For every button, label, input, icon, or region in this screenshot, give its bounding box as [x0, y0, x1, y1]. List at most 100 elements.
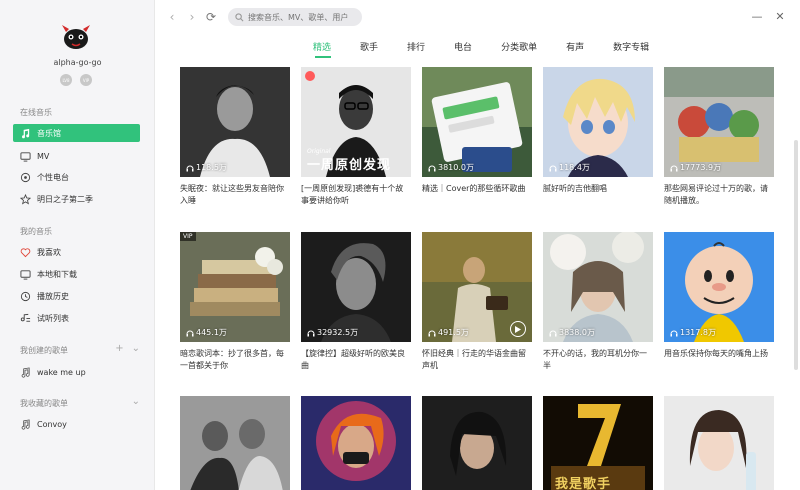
avatar[interactable]: [60, 24, 92, 50]
playlist-card[interactable]: VIP 445.1万 暗恋歌词本：抄了很多首，每一首都关于你: [180, 232, 290, 372]
headphones-icon: [670, 330, 678, 336]
tab-audio[interactable]: 有声: [566, 40, 584, 56]
playlist-cover[interactable]: 1317.8万: [664, 232, 774, 342]
playlist-card[interactable]: [422, 396, 532, 490]
playlist-cover[interactable]: 17773.9万: [664, 67, 774, 177]
music-note-icon: [20, 418, 31, 430]
playlist-title[interactable]: 暗恋歌词本：抄了很多首，每一首都关于你: [180, 348, 290, 372]
play-count: 118.5万: [186, 162, 227, 173]
playlist-cover[interactable]: [664, 396, 774, 490]
tab-singers[interactable]: 歌手: [360, 40, 378, 56]
playlist-cover[interactable]: 3810.0万: [422, 67, 532, 177]
section-collected-playlists: 我收藏的歌单: [20, 399, 68, 408]
sidebar-item-history[interactable]: 播放历史: [13, 287, 140, 305]
playlist-title[interactable]: 不开心的话，我的耳机分你一半: [543, 348, 653, 372]
sidebar-item-label: 播放历史: [37, 291, 69, 301]
music-note-icon: [20, 128, 31, 139]
playlist-cover[interactable]: VIP 445.1万: [180, 232, 290, 342]
sidebar-item-mv[interactable]: MV: [13, 147, 140, 165]
playlist-card[interactable]: [180, 396, 290, 490]
vip-badge[interactable]: VIP: [80, 74, 92, 86]
minimize-button[interactable]: —: [751, 10, 763, 24]
sidebar-item-label: MV: [37, 151, 50, 161]
playlist-card[interactable]: [664, 396, 774, 490]
playlist-grid: 118.5万 失眠夜：就让这些男友音陪你入睡 Original 一周原创发现 […: [180, 67, 780, 490]
tab-charts[interactable]: 排行: [407, 40, 425, 56]
radio-icon: [20, 172, 31, 183]
heart-icon: [20, 247, 31, 258]
play-button[interactable]: [510, 321, 526, 337]
scrollbar[interactable]: [794, 140, 798, 370]
username[interactable]: alpha-go-go: [0, 58, 155, 67]
back-button[interactable]: ‹: [166, 10, 178, 24]
chevron-down-icon[interactable]: ⌄: [132, 344, 140, 354]
playlist-cover[interactable]: 32932.5万: [301, 232, 411, 342]
headphones-icon: [670, 165, 678, 171]
playlist-cover[interactable]: 我是歌手: [543, 396, 653, 490]
level-badge[interactable]: LV8: [60, 74, 72, 86]
headphones-icon: [428, 165, 436, 171]
chevron-down-icon[interactable]: ⌄: [132, 397, 140, 407]
playlist-cover[interactable]: 118.4万: [543, 67, 653, 177]
playlist-title[interactable]: 用音乐保持你每天的嘴角上扬: [664, 348, 774, 372]
sidebar-item-music-hall[interactable]: 音乐馆: [13, 124, 140, 142]
playlist-card[interactable]: 32932.5万 【旋律控】超级好听的欧美良曲: [301, 232, 411, 372]
playlist-card[interactable]: 3838.0万 不开心的话，我的耳机分你一半: [543, 232, 653, 372]
sidebar-item-tomorrow-show[interactable]: 明日之子第二季: [13, 190, 140, 208]
tab-radio[interactable]: 电台: [454, 40, 472, 56]
playlist-card[interactable]: 我是歌手: [543, 396, 653, 490]
play-count: 118.4万: [549, 162, 590, 173]
playlist-cover[interactable]: [180, 396, 290, 490]
playlist-title[interactable]: 精选｜Cover的那些循环歌曲: [422, 183, 532, 207]
sidebar-item-label: 音乐馆: [37, 128, 61, 138]
playlist-cover[interactable]: [422, 396, 532, 490]
sidebar-item-wake-me-up[interactable]: wake me up: [13, 363, 140, 381]
play-count: 3838.0万: [549, 327, 595, 338]
sidebar-item-label: 明日之子第二季: [37, 194, 93, 204]
playlist-cover[interactable]: [301, 396, 411, 490]
add-playlist-button[interactable]: +: [115, 344, 123, 354]
playlist-cover[interactable]: 491.5万: [422, 232, 532, 342]
playlist-cover[interactable]: 3838.0万: [543, 232, 653, 342]
play-count: 1317.8万: [670, 327, 716, 338]
search-input[interactable]: [248, 12, 358, 22]
playlist-title[interactable]: 腻好听的吉他翻唱: [543, 183, 653, 207]
sidebar-item-local-download[interactable]: 本地和下载: [13, 265, 140, 283]
collected-playlist-tools: ⌄: [132, 397, 140, 407]
tab-playlist-categories[interactable]: 分类歌单: [501, 40, 537, 56]
playlist-title[interactable]: [一周原创发现]裘德有十个故事要讲给你听: [301, 183, 411, 207]
playlist-card[interactable]: [301, 396, 411, 490]
playlist-title[interactable]: 失眠夜：就让这些男友音陪你入睡: [180, 183, 290, 207]
playlist-card[interactable]: 1317.8万 用音乐保持你每天的嘴角上扬: [664, 232, 774, 372]
playlist-cover[interactable]: Original 一周原创发现: [301, 67, 411, 177]
playlist-title[interactable]: 【旋律控】超级好听的欧美良曲: [301, 348, 411, 372]
playlist-card[interactable]: 118.5万 失眠夜：就让这些男友音陪你入睡: [180, 67, 290, 207]
playlist-card[interactable]: 3810.0万 精选｜Cover的那些循环歌曲: [422, 67, 532, 207]
sidebar-item-radio[interactable]: 个性电台: [13, 168, 140, 186]
tab-featured[interactable]: 精选: [313, 40, 331, 56]
playlist-card[interactable]: 17773.9万 那些网易评论过十万的歌，请随机播放。: [664, 67, 774, 207]
active-tab-indicator: [315, 56, 331, 58]
headphones-icon: [549, 165, 557, 171]
vip-badge: VIP: [180, 232, 196, 241]
playlist-title[interactable]: 怀旧经典｜行走的华语金曲留声机: [422, 348, 532, 372]
sidebar-item-favorites[interactable]: 我喜欢: [13, 243, 140, 261]
refresh-button[interactable]: ⟳: [205, 10, 217, 24]
tab-digital-albums[interactable]: 数字专辑: [613, 40, 649, 56]
sidebar-item-label: Convoy: [37, 419, 67, 429]
sidebar-item-trial-list[interactable]: 试听列表: [13, 309, 140, 327]
playlist-title[interactable]: 那些网易评论过十万的歌，请随机播放。: [664, 183, 774, 207]
search-box[interactable]: [228, 8, 362, 26]
playlist-cover[interactable]: 118.5万: [180, 67, 290, 177]
playlist-card[interactable]: Original 一周原创发现 [一周原创发现]裘德有十个故事要讲给你听: [301, 67, 411, 207]
headphones-icon: [186, 330, 194, 336]
playlist-card[interactable]: 118.4万 腻好听的吉他翻唱: [543, 67, 653, 207]
original-mark-icon: [305, 71, 315, 81]
close-button[interactable]: ✕: [774, 10, 786, 24]
headphones-icon: [549, 330, 557, 336]
sidebar-item-convoy[interactable]: Convoy: [13, 415, 140, 433]
monitor-icon: [20, 269, 31, 280]
star-icon: [20, 193, 31, 205]
forward-button[interactable]: ›: [186, 10, 198, 24]
playlist-card[interactable]: 491.5万 怀旧经典｜行走的华语金曲留声机: [422, 232, 532, 372]
